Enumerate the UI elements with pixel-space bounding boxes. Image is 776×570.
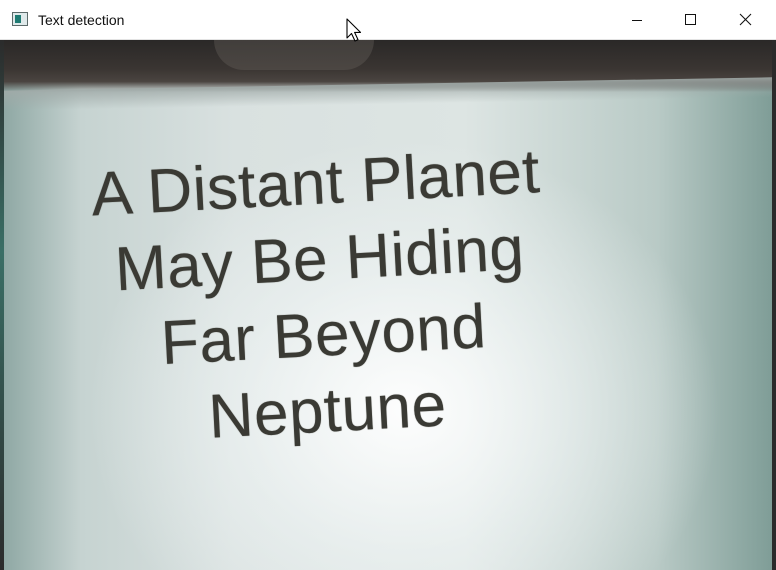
mouse-pointer-icon [346, 18, 362, 42]
title-bar[interactable]: Text detection [0, 0, 776, 40]
camera-image: A Distant Planet May Be Hiding Far Beyon… [4, 40, 772, 570]
close-button[interactable] [718, 0, 776, 40]
close-icon [739, 13, 752, 26]
text-detection-window: Text detection A Distant Planet May Be H… [0, 0, 776, 570]
minimize-icon [632, 20, 642, 21]
app-window-icon [12, 12, 28, 26]
minimize-button[interactable] [610, 0, 664, 40]
window-title: Text detection [38, 12, 125, 28]
window-right-border [772, 40, 776, 570]
maximize-button[interactable] [664, 0, 718, 40]
detected-text-block: A Distant Planet May Be Hiding Far Beyon… [44, 132, 599, 464]
maximize-icon [685, 14, 696, 25]
